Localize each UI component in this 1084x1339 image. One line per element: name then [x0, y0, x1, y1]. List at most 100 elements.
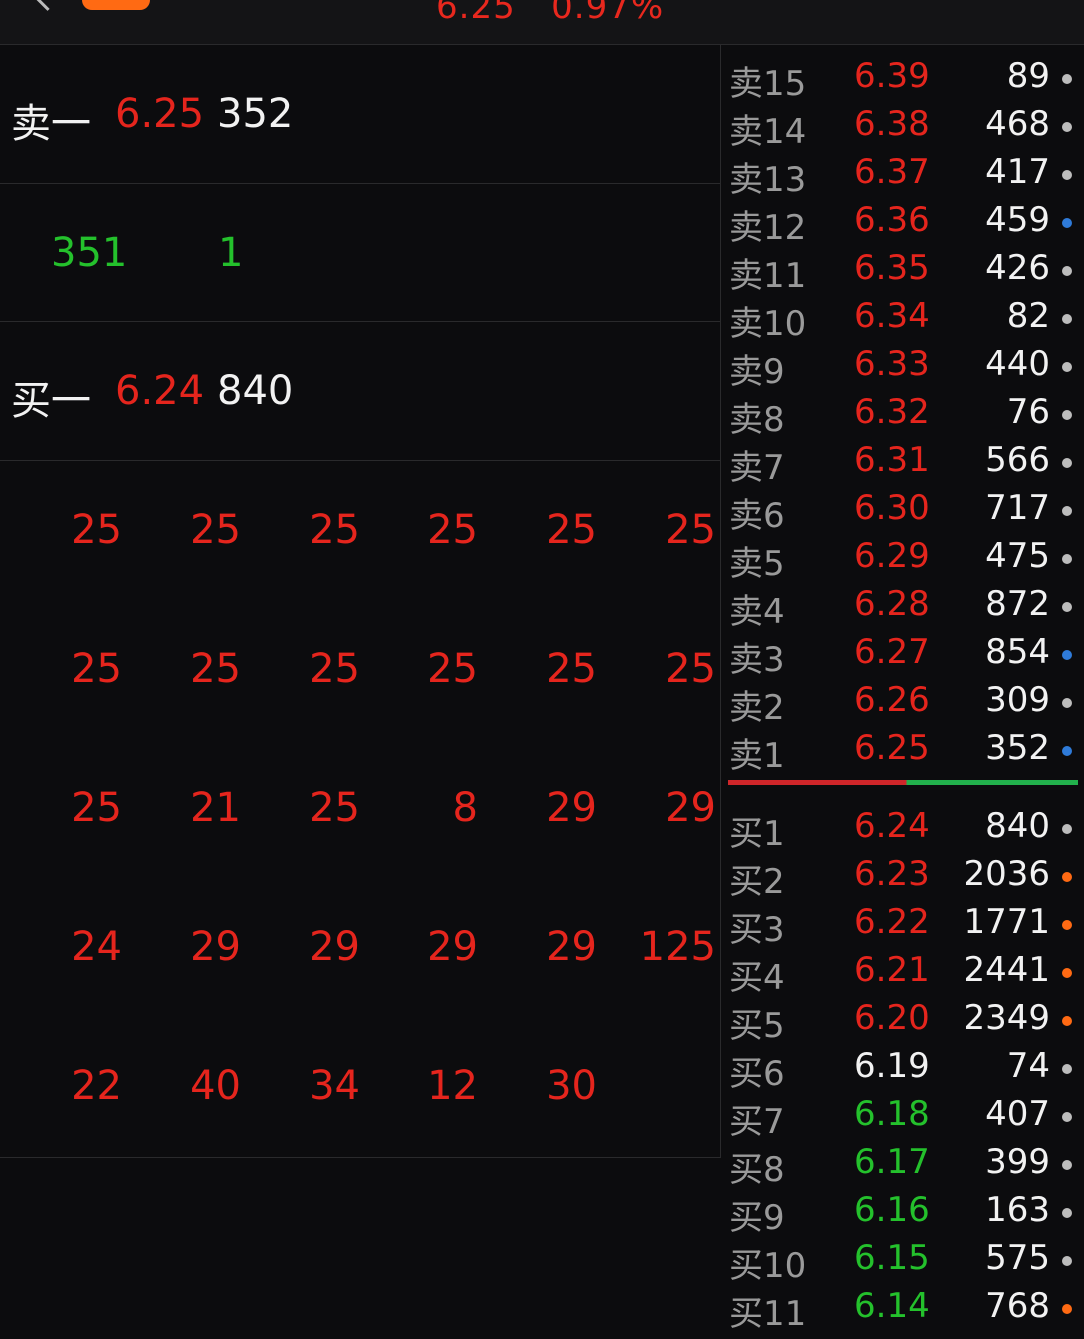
queue-cell: 22	[71, 1063, 122, 1109]
bid-level-row[interactable]: 买2 6.23 2036	[722, 848, 1084, 902]
queue-cell: 12	[427, 1063, 478, 1109]
ask-level-row[interactable]: 卖13 6.37 417	[722, 146, 1084, 200]
ask-level-row[interactable]: 卖3 6.27 854	[722, 626, 1084, 680]
mid-left-value: 351	[51, 230, 128, 276]
level-qty: 475	[985, 536, 1050, 576]
ask-level-row[interactable]: 卖12 6.36 459	[722, 194, 1084, 248]
queue-cell: 40	[190, 1063, 241, 1109]
level-dot-icon	[1062, 1016, 1072, 1026]
ask-level-row[interactable]: 卖5 6.29 475	[722, 530, 1084, 584]
bid-level-row[interactable]: 买8 6.17 399	[722, 1136, 1084, 1190]
queue-cell: 34	[309, 1063, 360, 1109]
queue-cell: 25	[190, 646, 241, 692]
level-qty: 426	[985, 248, 1050, 288]
queue-cell: 29	[309, 924, 360, 970]
bid-level-row[interactable]: 买5 6.20 2349	[722, 992, 1084, 1046]
best-ask-price: 6.25	[115, 91, 205, 137]
best-quote-panel: 卖一 6.25 352 351 1 买一 6.24 840 25 25 25 25 25…	[0, 45, 721, 1158]
level-dot-icon	[1062, 1064, 1072, 1074]
ask-level-row[interactable]: 卖9 6.33 440	[722, 338, 1084, 392]
ask-level-row[interactable]: 卖15 6.39 89	[722, 50, 1084, 104]
queue-cell: 29	[546, 924, 597, 970]
level-qty: 854	[985, 632, 1050, 672]
queue-cell: 25	[190, 507, 241, 553]
level-qty: 76	[1006, 392, 1050, 432]
bid-level-row[interactable]: 买6 6.19 74	[722, 1040, 1084, 1094]
level-price: 6.25	[854, 728, 930, 768]
bid-level-row[interactable]: 买9 6.16 163	[722, 1184, 1084, 1238]
level-price: 6.23	[854, 854, 930, 894]
level-dot-icon	[1062, 968, 1072, 978]
level-dot-icon	[1062, 746, 1072, 756]
ask-level-row[interactable]: 卖7 6.31 566	[722, 434, 1084, 488]
ask-level-row[interactable]: 卖10 6.34 82	[722, 290, 1084, 344]
queue-cell: 24	[71, 924, 122, 970]
level-dot-icon	[1062, 410, 1072, 420]
status-badge	[82, 0, 150, 10]
best-bid-row[interactable]: 买一 6.24 840	[0, 322, 720, 461]
ask-level-row[interactable]: 卖6 6.30 717	[722, 482, 1084, 536]
queue-cell: 25	[309, 646, 360, 692]
level-dot-icon	[1062, 218, 1072, 228]
queue-cell: 21	[190, 785, 241, 831]
level-price: 6.16	[854, 1190, 930, 1230]
level-price: 6.28	[854, 584, 930, 624]
queue-cell: 25	[427, 507, 478, 553]
best-ask-label: 卖一	[11, 101, 91, 147]
queue-cell: 25	[427, 646, 478, 692]
bid-level-row[interactable]: 买7 6.18 407	[722, 1088, 1084, 1142]
level-qty: 468	[985, 104, 1050, 144]
bid-level-row[interactable]: 买4 6.21 2441	[722, 944, 1084, 998]
level-price: 6.26	[854, 680, 930, 720]
level-qty: 2349	[963, 998, 1050, 1038]
level-price: 6.27	[854, 632, 930, 672]
ask-level-row[interactable]: 卖11 6.35 426	[722, 242, 1084, 296]
bid-level-row[interactable]: 买3 6.22 1771	[722, 896, 1084, 950]
level-price: 6.35	[854, 248, 930, 288]
level-qty: 74	[1006, 1046, 1050, 1086]
level-dot-icon	[1062, 1304, 1072, 1314]
level-price: 6.36	[854, 200, 930, 240]
level-qty: 768	[985, 1286, 1050, 1326]
bid-level-row[interactable]: 买11 6.14 768	[722, 1280, 1084, 1334]
level-price: 6.15	[854, 1238, 930, 1278]
level-qty: 872	[985, 584, 1050, 624]
level-price: 6.30	[854, 488, 930, 528]
level-qty: 352	[985, 728, 1050, 768]
level-price: 6.31	[854, 440, 930, 480]
level-price: 6.34	[854, 296, 930, 336]
level-dot-icon	[1062, 1208, 1072, 1218]
level-price: 6.22	[854, 902, 930, 942]
bid-level-row[interactable]: 买1 6.24 840	[722, 800, 1084, 854]
queue-cell: 25	[71, 507, 122, 553]
queue-cell: 29	[190, 924, 241, 970]
ask-level-row[interactable]: 卖1 6.25 352	[722, 722, 1084, 776]
level-qty: 717	[985, 488, 1050, 528]
level-qty: 163	[985, 1190, 1050, 1230]
level-qty: 2441	[963, 950, 1050, 990]
queue-cell: 25	[665, 507, 716, 553]
level-qty: 2036	[963, 854, 1050, 894]
best-bid-qty: 840	[217, 368, 294, 414]
level-qty: 1771	[963, 902, 1050, 942]
ask-level-row[interactable]: 卖2 6.26 309	[722, 674, 1084, 728]
order-book-panel: 卖15 6.39 89 卖14 6.38 468 卖13 6.37 417 卖12 6.36 459 卖…	[722, 45, 1084, 1339]
best-ask-qty: 352	[217, 91, 294, 137]
best-ask-row[interactable]: 卖一 6.25 352	[0, 45, 720, 184]
ask-level-row[interactable]: 卖8 6.32 76	[722, 386, 1084, 440]
queue-cell: 25	[71, 646, 122, 692]
level-qty: 566	[985, 440, 1050, 480]
level-qty: 89	[1006, 56, 1050, 96]
ask-level-row[interactable]: 卖4 6.28 872	[722, 578, 1084, 632]
level-qty: 417	[985, 152, 1050, 192]
queue-cell: 30	[546, 1063, 597, 1109]
level-qty: 575	[985, 1238, 1050, 1278]
level-dot-icon	[1062, 458, 1072, 468]
level-dot-icon	[1062, 920, 1072, 930]
ask-level-row[interactable]: 卖14 6.38 468	[722, 98, 1084, 152]
bid-level-row[interactable]: 买10 6.15 575	[722, 1232, 1084, 1286]
level-price: 6.32	[854, 392, 930, 432]
level-dot-icon	[1062, 872, 1072, 882]
back-arrow-icon[interactable]	[34, 0, 61, 11]
level-qty: 399	[985, 1142, 1050, 1182]
